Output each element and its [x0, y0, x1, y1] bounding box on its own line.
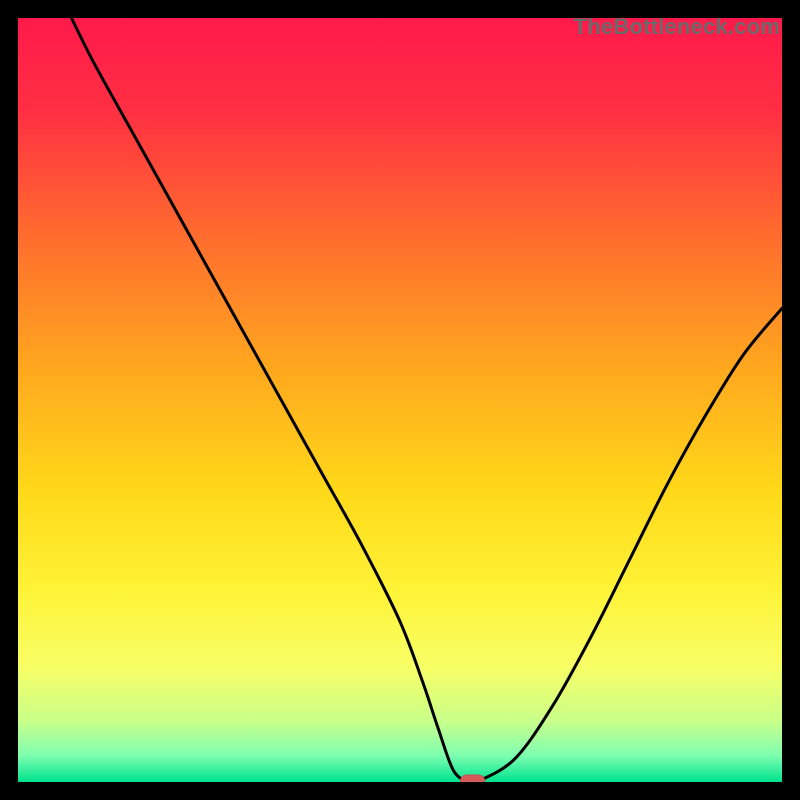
bottleneck-chart [18, 18, 782, 782]
chart-frame: TheBottleneck.com [0, 0, 800, 800]
watermark-text: TheBottleneck.com [574, 14, 780, 40]
plot-area: TheBottleneck.com [18, 18, 782, 782]
optimal-point-marker [461, 775, 485, 782]
